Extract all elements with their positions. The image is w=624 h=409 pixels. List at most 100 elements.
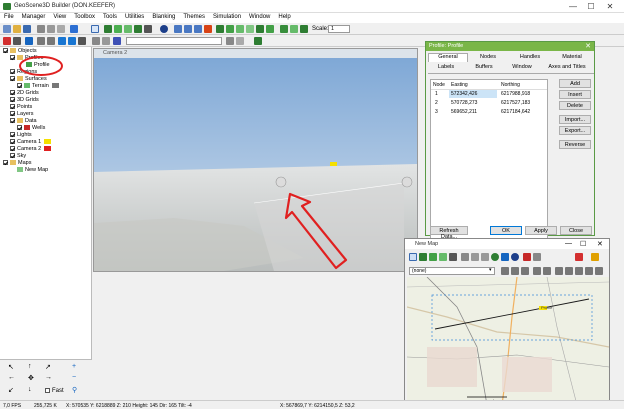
layer-tool-icon-7[interactable]	[280, 25, 288, 33]
tree-item-3d-grids[interactable]: 3D Grids	[10, 97, 39, 103]
table-cell[interactable]: 569652,211	[451, 109, 477, 115]
edit-icon[interactable]	[226, 37, 234, 45]
close-dialog-button[interactable]: Close	[560, 226, 592, 235]
data-checkbox[interactable]	[10, 118, 15, 124]
map-info-icon[interactable]	[511, 253, 519, 261]
map-marker-icon[interactable]	[575, 253, 583, 261]
table-cell[interactable]: 6217527,183	[501, 100, 530, 106]
menu-themes[interactable]: Themes	[179, 13, 209, 20]
grid-tool-icon[interactable]	[124, 25, 132, 33]
table-cell[interactable]: 572342,426	[451, 91, 477, 97]
map-layers-icon[interactable]	[591, 253, 599, 261]
table-cell[interactable]: 6217184,642	[501, 109, 530, 115]
open-icon[interactable]	[13, 25, 21, 33]
apply-button[interactable]: Apply	[525, 226, 557, 235]
menu-help[interactable]: Help	[274, 13, 294, 20]
tree-item-points[interactable]: Points	[10, 104, 32, 110]
map-surface-icon[interactable]	[429, 253, 437, 261]
layout-icon[interactable]	[184, 25, 192, 33]
minimize-button[interactable]: —	[566, 2, 580, 11]
nav-left-icon[interactable]: ←	[8, 374, 15, 381]
menu-utilities[interactable]: Utilities	[121, 13, 148, 20]
map-undo-icon[interactable]	[533, 267, 541, 275]
tree-item-objects[interactable]: Objects	[3, 48, 37, 54]
layer-tool-icon-8[interactable]	[290, 25, 298, 33]
measure-icon[interactable]	[236, 37, 244, 45]
tree-item-new-map[interactable]: New Map	[17, 167, 48, 173]
points-tool-icon[interactable]	[134, 25, 142, 33]
nav-center-icon[interactable]: ✥	[28, 374, 34, 382]
tab-handles[interactable]: Handles	[510, 54, 550, 62]
layer-tool-icon-1[interactable]	[216, 25, 224, 33]
tree-item-camera-2[interactable]: Camera 2	[10, 146, 53, 152]
3d-grids-checkbox[interactable]	[10, 97, 15, 103]
pointer-tool-icon[interactable]	[70, 25, 78, 33]
object-select[interactable]	[126, 37, 222, 45]
fast-toggle[interactable]: Fast	[45, 388, 64, 394]
nav-up-left-icon[interactable]: ↖	[8, 363, 14, 371]
nav-up-right-icon[interactable]: ↗	[45, 363, 51, 371]
cut-icon[interactable]	[37, 25, 45, 33]
table-row[interactable]: 1	[435, 91, 438, 97]
table-cell[interactable]: 570728,273	[451, 100, 477, 106]
map-zoom-out-icon[interactable]	[481, 253, 489, 261]
table-row[interactable]: 3	[435, 109, 438, 115]
map-paste-icon[interactable]	[565, 267, 573, 275]
tab-nodes[interactable]: Nodes	[468, 54, 508, 62]
map-tool-b-icon[interactable]	[511, 267, 519, 275]
tree-item-camera-1[interactable]: Camera 1	[10, 139, 53, 145]
layers-checkbox[interactable]	[10, 111, 15, 117]
layer-tool-icon-6[interactable]	[266, 25, 274, 33]
add-object-icon[interactable]	[3, 37, 11, 45]
select-tool-icon[interactable]	[91, 25, 99, 33]
import-button[interactable]: Import...	[559, 115, 591, 124]
map-layer-select[interactable]: (none)	[409, 267, 495, 275]
map-minimize-button[interactable]: —	[565, 240, 572, 247]
layer-tool-icon-2[interactable]	[226, 25, 234, 33]
menu-simulation[interactable]: Simulation	[209, 13, 245, 20]
map-profile-icon[interactable]	[419, 253, 427, 261]
add-button[interactable]: Add	[559, 79, 591, 88]
menu-file[interactable]: File	[0, 13, 18, 20]
wells-checkbox[interactable]	[17, 125, 22, 131]
menu-blanking[interactable]: Blanking	[148, 13, 179, 20]
zoom-in-icon[interactable]: +	[72, 363, 76, 370]
points-checkbox[interactable]	[10, 104, 15, 110]
move-down-icon[interactable]	[47, 37, 55, 45]
dropdown-chevron-icon[interactable]: ▾	[489, 267, 492, 273]
view-icon[interactable]	[92, 37, 100, 45]
surfaces-checkbox[interactable]	[10, 76, 15, 82]
new-icon[interactable]	[3, 25, 11, 33]
camera-icon[interactable]	[113, 37, 121, 45]
move-up-icon[interactable]	[37, 37, 45, 45]
map-canvas[interactable]: Profile 0,5 1,0 km	[407, 277, 609, 405]
map-export-icon[interactable]	[595, 267, 603, 275]
layer-tool-icon-3[interactable]	[236, 25, 244, 33]
map-maximize-button[interactable]: ☐	[580, 240, 586, 248]
tab-window[interactable]: Window	[504, 64, 540, 72]
tab-labels[interactable]: Labels	[428, 64, 464, 72]
map-globe-icon[interactable]	[491, 253, 499, 261]
remove-object-icon[interactable]	[13, 37, 21, 45]
map-camera-icon[interactable]	[501, 253, 509, 261]
map-delete-icon[interactable]	[449, 253, 457, 261]
arrow-left-icon[interactable]	[58, 37, 66, 45]
tree-item-layers[interactable]: Layers	[10, 111, 34, 117]
tree-item-data[interactable]: Data	[10, 118, 37, 124]
map-close-button[interactable]: ✕	[597, 240, 603, 248]
menu-view[interactable]: View	[49, 13, 70, 20]
delete-button[interactable]: Delete	[559, 101, 591, 110]
terrain-checkbox[interactable]	[17, 83, 22, 89]
profile-close-icon[interactable]: ✕	[585, 42, 591, 50]
table-cell[interactable]: 6217988,918	[501, 91, 530, 97]
map-settings-icon[interactable]	[533, 253, 541, 261]
close-button[interactable]: ✕	[603, 2, 617, 11]
ok-button[interactable]: OK	[490, 226, 522, 235]
arrow-right-icon[interactable]	[68, 37, 76, 45]
profiles-checkbox[interactable]	[10, 55, 15, 61]
nav-down-icon[interactable]: ↓	[28, 386, 32, 393]
objects-checkbox[interactable]	[3, 48, 8, 54]
profile-tool-icon[interactable]	[104, 25, 112, 33]
menu-tools[interactable]: Tools	[99, 13, 121, 20]
map-copy-icon[interactable]	[555, 267, 563, 275]
